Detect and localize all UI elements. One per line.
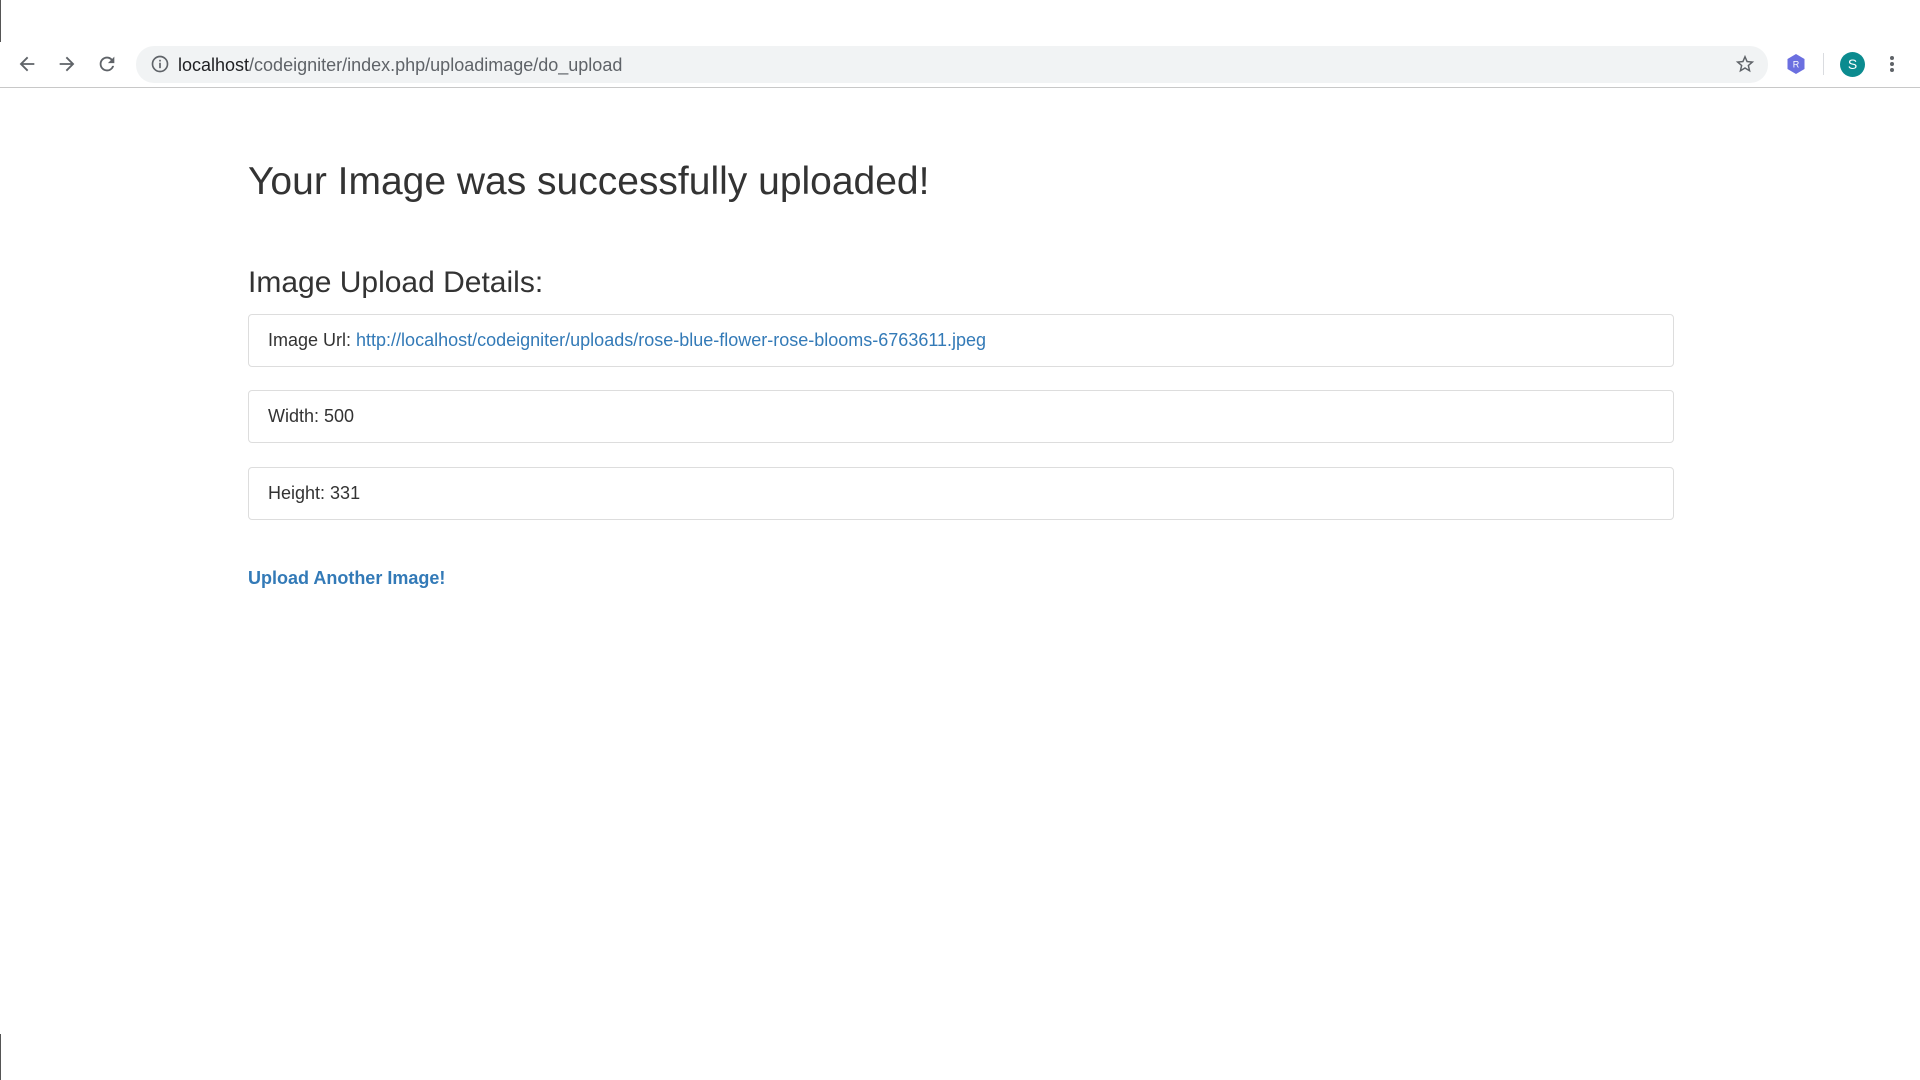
arrow-right-icon xyxy=(59,56,75,72)
url-path: /codeigniter/index.php/uploadimage/do_up… xyxy=(249,55,623,75)
extension-letter: R xyxy=(1793,60,1800,70)
width-value: 500 xyxy=(324,406,355,426)
more-vert-icon[interactable] xyxy=(1884,52,1900,76)
address-bar[interactable]: localhost/codeigniter/index.php/uploadim… xyxy=(136,46,1768,83)
forward-button[interactable] xyxy=(51,48,83,80)
profile-avatar[interactable]: S xyxy=(1840,52,1865,77)
details-heading: Image Upload Details: xyxy=(248,266,544,299)
window-edge-top xyxy=(0,0,1,42)
height-label: Height: xyxy=(268,483,326,503)
toolbar-divider xyxy=(1823,53,1824,75)
url-text[interactable]: localhost/codeigniter/index.php/uploadim… xyxy=(178,54,622,76)
image-url-link[interactable]: http://localhost/codeigniter/uploads/ros… xyxy=(356,330,986,351)
star-icon[interactable] xyxy=(1734,53,1756,75)
width-label: Width: xyxy=(268,406,320,426)
page-title: Your Image was successfully uploaded! xyxy=(248,160,930,203)
image-url-label: Image Url: xyxy=(268,330,352,350)
url-host: localhost xyxy=(178,55,250,75)
reload-button[interactable] xyxy=(91,48,123,80)
back-button[interactable] xyxy=(11,48,43,80)
image-url-box: Image Url: http://localhost/codeigniter/… xyxy=(248,314,1674,367)
height-value: 331 xyxy=(330,483,361,503)
width-box: Width: 500 xyxy=(248,390,1674,443)
browser-toolbar: localhost/codeigniter/index.php/uploadim… xyxy=(0,0,1920,88)
info-icon[interactable] xyxy=(150,54,170,74)
upload-another-link[interactable]: Upload Another Image! xyxy=(248,568,445,589)
arrow-left-icon xyxy=(19,56,35,72)
reload-icon xyxy=(99,56,115,72)
window-edge-bottom xyxy=(0,1034,1,1080)
height-box: Height: 331 xyxy=(248,467,1674,520)
extension-icon[interactable]: R xyxy=(1784,52,1808,76)
